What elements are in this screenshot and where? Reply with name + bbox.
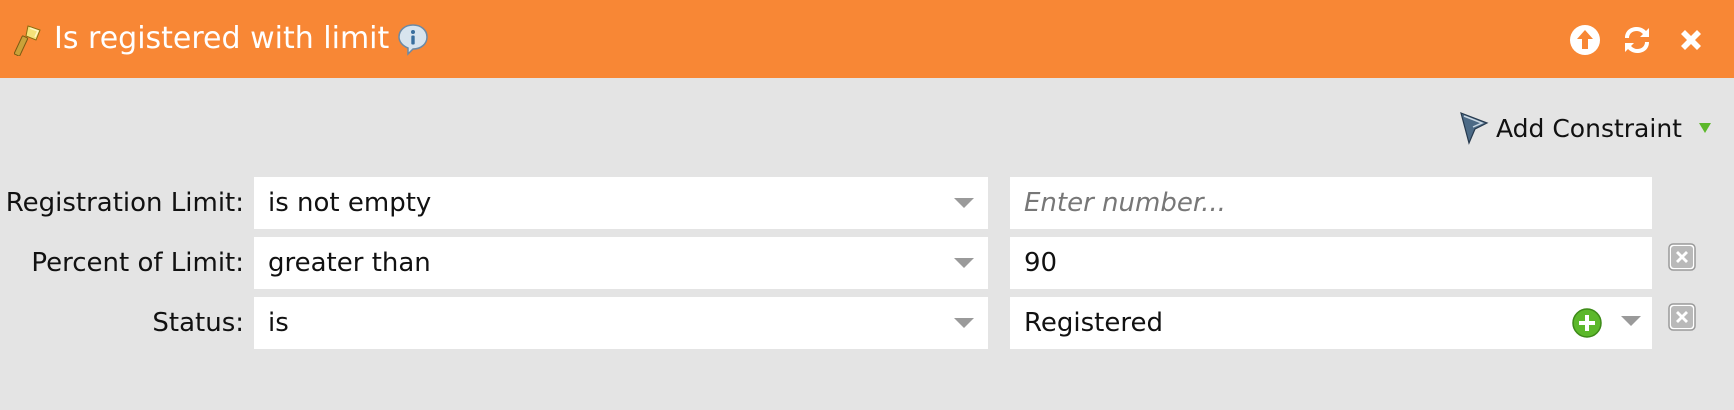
- refresh-icon[interactable]: [1619, 22, 1655, 58]
- status-label: Status:: [152, 308, 244, 338]
- chevron-down-icon: [954, 318, 974, 328]
- registration-limit-operator-select[interactable]: is not empty: [254, 177, 988, 229]
- operator-value: is not empty: [268, 188, 432, 218]
- percent-of-limit-label: Percent of Limit:: [31, 248, 244, 278]
- dialog-title: Is registered with limit: [54, 21, 390, 56]
- add-constraint-label: Add Constraint: [1496, 113, 1682, 143]
- dialog-header: Is registered with limit: [0, 0, 1734, 78]
- chevron-down-icon[interactable]: [1621, 316, 1641, 326]
- remove-square-icon[interactable]: [1668, 303, 1696, 331]
- status-operator-select[interactable]: is: [254, 297, 988, 349]
- info-icon[interactable]: [396, 22, 430, 56]
- status-value-select[interactable]: Registered: [1010, 297, 1652, 349]
- operator-value: greater than: [268, 248, 431, 278]
- filter-wand-icon: [14, 25, 41, 56]
- chevron-down-icon: [1698, 123, 1711, 133]
- registration-limit-value-input[interactable]: [1010, 177, 1652, 229]
- registration-limit-label: Registration Limit:: [5, 188, 244, 218]
- plus-circle-icon[interactable]: [1571, 307, 1603, 339]
- chevron-down-icon: [954, 198, 974, 208]
- funnel-icon: [1460, 112, 1489, 145]
- remove-square-icon[interactable]: [1668, 243, 1696, 271]
- percent-of-limit-value-input[interactable]: 90: [1010, 237, 1652, 289]
- close-icon[interactable]: [1673, 22, 1709, 58]
- operator-value: is: [268, 308, 289, 338]
- arrow-up-circle-icon[interactable]: [1567, 22, 1603, 58]
- chevron-down-icon: [954, 258, 974, 268]
- add-constraint-button[interactable]: Add Constraint: [1458, 108, 1712, 148]
- percent-of-limit-operator-select[interactable]: greater than: [254, 237, 988, 289]
